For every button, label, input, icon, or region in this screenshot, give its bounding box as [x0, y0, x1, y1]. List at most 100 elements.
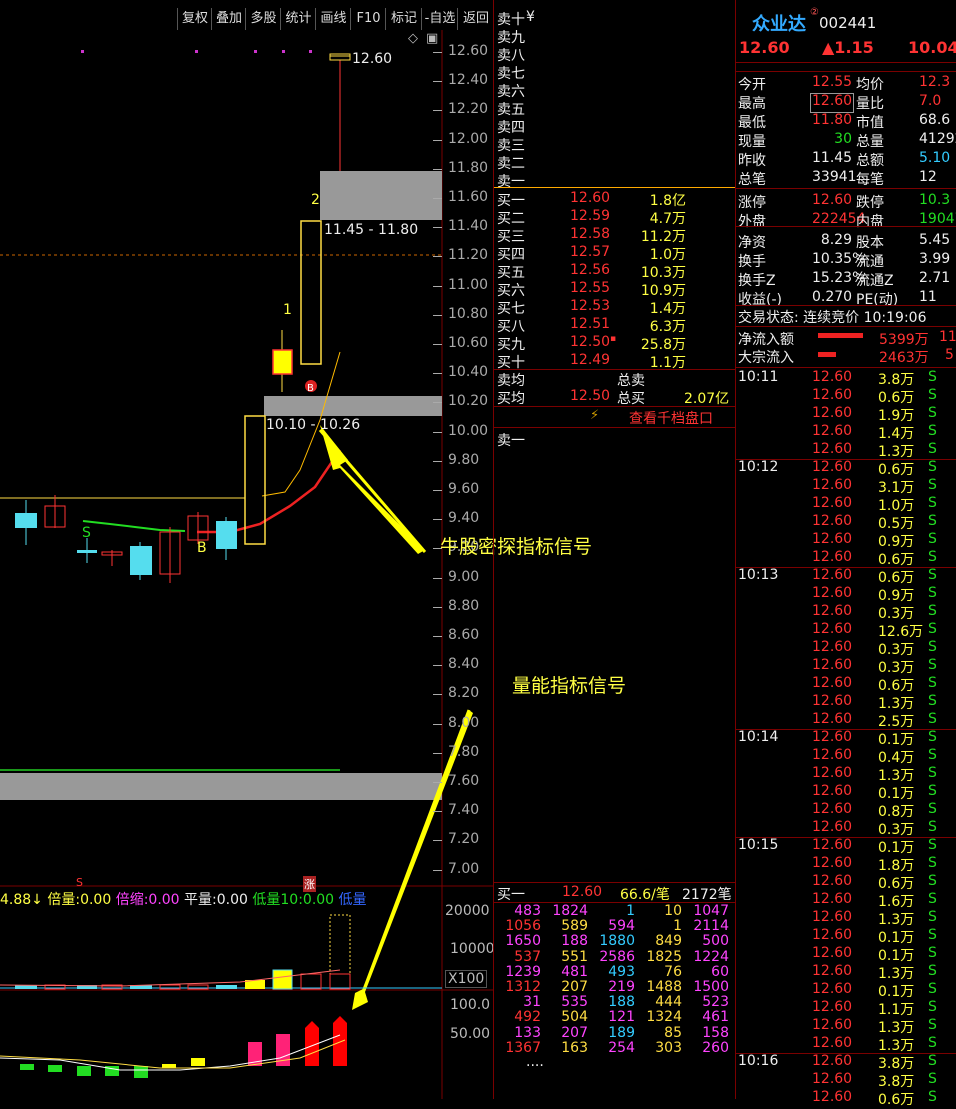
queue-cell: 551: [561, 948, 588, 965]
quote-value: 222454: [812, 211, 866, 227]
queue-cell: 1: [626, 903, 635, 919]
bid-volume: 11.2万: [640, 229, 686, 245]
quote-label: 净资: [738, 235, 766, 251]
ask-label: 卖八: [497, 48, 525, 64]
price-axis-tick: 7.80: [448, 743, 480, 760]
tick-volume: 0.1万: [878, 732, 915, 748]
price-axis-tick: 8.80: [448, 597, 480, 614]
tick-side: S: [928, 1053, 937, 1069]
tick-time: 10:12: [738, 459, 779, 475]
toolbar-button-stats[interactable]: 统计: [280, 8, 316, 30]
candles: [15, 53, 351, 583]
tick-time: 10:16: [738, 1053, 779, 1069]
toolbar-button-remove-watch[interactable]: -自选: [421, 8, 458, 30]
tick-price: 12.60: [812, 1071, 853, 1087]
toolbar-button-overlay[interactable]: 叠加: [211, 8, 246, 30]
tick-price: 12.60: [812, 783, 853, 799]
tick-row: 12.60 1.3万 S: [737, 909, 956, 928]
candle: [77, 550, 97, 553]
queue-cell: 1224: [693, 948, 729, 965]
net-inflow-value: 5399万: [879, 332, 929, 348]
price-axis-tick-mark: [433, 636, 442, 637]
toolbar-button-draw[interactable]: 画线: [315, 8, 351, 30]
queue-cell: 260: [702, 1039, 729, 1056]
queue-row: 133 207 189 85 158: [496, 1024, 736, 1041]
price-axis-tick: 12.60: [448, 43, 489, 59]
tick-side: S: [928, 459, 937, 475]
price-axis-tick-mark: [433, 110, 442, 112]
candle: [15, 513, 37, 528]
tick-side: S: [928, 495, 937, 511]
tick-price: 12.60: [812, 945, 853, 961]
price-axis-tick-mark: [433, 606, 442, 608]
quote-label: 换手: [738, 254, 766, 270]
ask-row: 卖三: [496, 135, 736, 154]
price-axis-tick: 7.20: [448, 831, 480, 848]
tick-side: S: [928, 1089, 937, 1105]
queue-cell: 189: [608, 1024, 635, 1041]
toolbar-button-fuquan[interactable]: 复权: [177, 8, 212, 30]
svg-text:B: B: [307, 383, 314, 394]
bid-price: 12.53: [570, 298, 611, 314]
tick-row: 12.60 1.8万 S: [737, 855, 956, 874]
toolbar-button-back[interactable]: 返回: [457, 8, 494, 30]
stock-code: 002441: [819, 14, 877, 32]
ask-row: 卖二: [496, 153, 736, 172]
bid-dot: ▪: [610, 334, 617, 344]
price-axis-tick: 11.00: [448, 276, 489, 293]
bid-row: 买二 12.59 4.7万: [496, 208, 736, 227]
thousand-level-link[interactable]: 查看千档盘口: [629, 408, 713, 428]
tick-volume: 0.1万: [878, 930, 915, 946]
queue-row: 1367 163 254 303 260: [496, 1039, 736, 1056]
candle: [272, 349, 293, 375]
tick-price: 12.60: [812, 801, 853, 817]
quote-value: 30: [834, 131, 852, 147]
quote-value-2: 11: [919, 289, 937, 305]
quote-value: 8.29: [820, 232, 852, 248]
queue-cell: 1824: [552, 903, 588, 919]
block-inflow-label: 大宗流入: [738, 350, 794, 366]
toolbar-button-mark[interactable]: 标记: [385, 8, 422, 30]
quote-value-2: 7.0: [919, 93, 942, 109]
price-axis-tick-mark: [433, 402, 442, 404]
queue-row: 483 1824 1 10 1047: [496, 903, 736, 919]
queue-cell: 1324: [646, 1009, 682, 1026]
tick-row: 12.60 3.1万 S: [737, 477, 956, 496]
tick-side: S: [928, 675, 937, 691]
bid-price: 12.59: [570, 208, 611, 224]
queue-cell: 500: [702, 933, 729, 950]
tick-volume: 1.3万: [878, 696, 915, 712]
tick-row: 12.60 0.6万 S: [737, 1089, 956, 1108]
price-axis-tick-mark: [433, 256, 442, 258]
tick-volume: 1.3万: [878, 966, 915, 982]
bid-label: 买六: [497, 283, 525, 299]
candle: [300, 220, 322, 365]
lightning-icon: ⚡: [590, 408, 600, 423]
high-price-label: 12.60: [352, 51, 393, 67]
tick-side: S: [928, 729, 937, 745]
tick-side: S: [928, 837, 937, 853]
quote-value: 11.80: [812, 112, 853, 128]
price-axis-tick: 11.80: [448, 159, 489, 176]
tick-price: 12.60: [812, 387, 853, 403]
toolbar-button-f10[interactable]: F10: [350, 8, 386, 30]
tick-volume: 0.5万: [878, 516, 915, 532]
price-axis-tick: 9.00: [448, 568, 480, 585]
tick-side: S: [928, 477, 937, 493]
tick-price: 12.60: [812, 729, 853, 745]
net-inflow-label: 净流入额: [738, 332, 794, 348]
candle: [216, 521, 237, 549]
quote-label: 收益(-): [738, 292, 782, 308]
tick-price: 12.60: [812, 909, 853, 925]
quote-label: 昨收: [738, 153, 766, 169]
bid-volume: 10.9万: [640, 283, 686, 299]
quote-label: 最低: [738, 115, 766, 131]
toolbar-button-multi-stock[interactable]: 多股: [245, 8, 281, 30]
price-axis-tick: 10.80: [448, 305, 489, 322]
queue-row: 1650 188 1880 849 500: [496, 933, 736, 950]
bid-price: 12.60: [570, 190, 611, 206]
quote-value-2: 10.3: [919, 192, 951, 208]
tick-side: S: [928, 891, 937, 907]
tick-price: 12.60: [812, 675, 853, 691]
support-zone-label: 10.10 - 10.26: [266, 417, 361, 433]
